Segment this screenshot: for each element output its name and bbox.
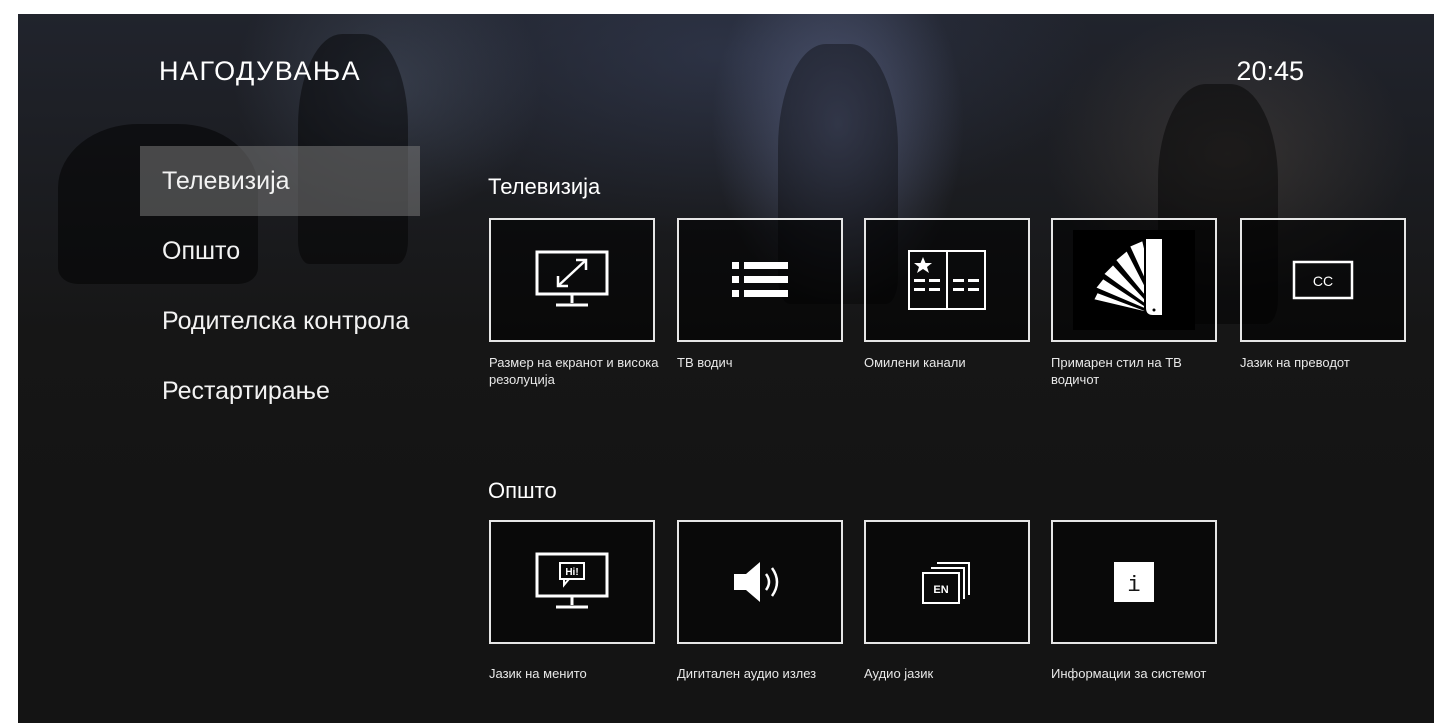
page-title: НАГОДУВАЊА [159,56,362,86]
tile-label-audio-language: Аудио јазик [864,666,934,681]
speaker-icon [732,560,788,604]
tile-screen-size[interactable] [489,218,655,342]
tile-favorite-channels[interactable] [864,218,1030,342]
cc-icon: CC [1292,260,1354,300]
tile-label-tv-guide: ТВ водич [677,355,733,370]
tile-guide-style[interactable] [1051,218,1217,342]
menu-item-parental-control[interactable]: Родителска контрола [140,286,460,356]
menu-language-icon: Hi! [534,551,610,613]
tile-digital-audio-output[interactable] [677,520,843,644]
tile-menu-language[interactable]: Hi! [489,520,655,644]
svg-text:EN: EN [933,584,948,596]
tile-label-favorite-channels: Омилени канали [864,355,966,370]
section-title-general: Општо [488,478,557,503]
tile-subtitle-language[interactable]: CC [1240,218,1406,342]
tile-tv-guide[interactable] [677,218,843,342]
info-icon: i [1114,562,1154,602]
menu-item-general[interactable]: Општо [140,216,460,286]
fan-style-icon [1073,230,1195,330]
settings-menu: Телевизија Општо Родителска контрола Рес… [140,146,460,426]
svg-text:i: i [1127,573,1140,598]
svg-text:Hi!: Hi! [565,567,578,578]
tile-label-menu-language: Јазик на менито [489,666,587,681]
menu-item-restart[interactable]: Рестартирање [140,356,460,426]
screen-resize-icon [534,249,610,311]
list-icon [732,260,788,300]
favorite-channels-icon [907,249,987,311]
tile-label-system-info: Информации за системот [1051,666,1207,681]
clock: 20:45 [1236,56,1304,86]
tile-label-guide-style: Примарен стил на ТВ водичот [1051,355,1182,387]
tile-label-screen-size: Размер на екранот и висока резолуција [489,355,659,387]
audio-language-icon: EN [919,559,975,605]
section-title-television: Телевизија [488,174,601,199]
settings-screen: НАГОДУВАЊА 20:45 Телевизија Општо Родите… [18,14,1434,723]
tile-audio-language[interactable]: EN [864,520,1030,644]
menu-item-television[interactable]: Телевизија [140,146,420,216]
tile-system-info[interactable]: i [1051,520,1217,644]
tile-label-subtitle-language: Јазик на преводот [1240,355,1350,370]
tile-label-digital-audio-output: Дигитален аудио излез [677,666,817,681]
svg-text:CC: CC [1313,273,1333,289]
